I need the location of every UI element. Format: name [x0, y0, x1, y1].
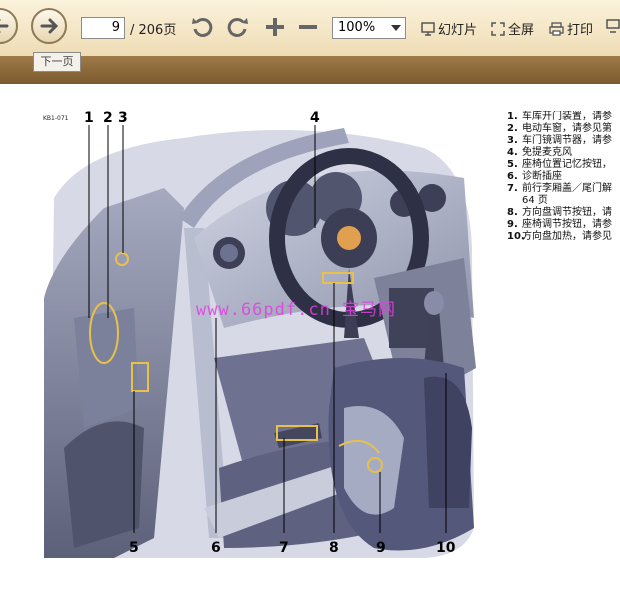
legend-item-number: 10. — [507, 231, 525, 242]
rotate-left-icon — [192, 17, 213, 37]
print-button[interactable]: 打印 — [549, 19, 593, 40]
slideshow-icon — [421, 21, 435, 40]
legend-item-text: 座椅调节按钮，请参 — [522, 219, 612, 230]
page-number-input[interactable]: 9 — [81, 17, 125, 39]
more-button[interactable] — [606, 19, 620, 37]
zoom-select[interactable]: 100% — [332, 17, 406, 39]
callout-3: 3 — [118, 110, 128, 126]
legend-item-number: 7. — [507, 183, 518, 194]
legend-item-text: 诊断插座 — [522, 171, 562, 182]
legend-item-number: 1. — [507, 111, 518, 122]
printer-icon — [549, 21, 564, 40]
arrow-left-icon — [0, 18, 9, 34]
legend-item-number: 5. — [507, 159, 518, 170]
legend-item-number: 3. — [507, 135, 518, 146]
rotate-right-icon — [227, 17, 248, 37]
legend-item: 5. 座椅位置记忆按钮， — [507, 159, 620, 171]
rotate-left-button[interactable] — [190, 14, 216, 44]
callout-5: 5 — [129, 540, 139, 556]
fullscreen-label: 全屏 — [508, 23, 535, 38]
fullscreen-button[interactable]: 全屏 — [491, 19, 534, 40]
legend-item-number: 6. — [507, 171, 518, 182]
next-page-tooltip: 下一页 — [33, 52, 81, 72]
callout-6: 6 — [211, 540, 221, 556]
legend-item-text: 方向盘调节按钮，请 — [522, 207, 612, 218]
callout-7: 7 — [279, 540, 289, 556]
callout-9: 9 — [376, 540, 386, 556]
slideshow-button[interactable]: 幻灯片 — [421, 19, 477, 40]
callout-legend-list: 1. 车库开门装置，请参 2. 电动车窗，请参见第 3. 车门镜调节器，请参 4. 免提麦克风… — [507, 111, 620, 243]
legend-item-text: 车门镜调节器，请参 — [522, 135, 612, 146]
legend-item-text: 方向盘加热，请参见 — [522, 231, 612, 242]
legend-item: 9. 座椅调节按钮，请参 — [507, 219, 620, 231]
rotate-right-button[interactable] — [224, 14, 250, 44]
watermark-text: www.66pdf.cn 宝马网 — [196, 300, 397, 320]
print-label: 打印 — [567, 23, 594, 38]
fullscreen-icon — [491, 21, 505, 40]
callout-8: 8 — [329, 540, 339, 556]
legend-item: 1. 车库开门装置，请参 — [507, 111, 620, 123]
zoom-in-button[interactable] — [263, 14, 287, 44]
legend-item: 8. 方向盘调节按钮，请 — [507, 207, 620, 219]
page-total-label: / 206页 — [130, 23, 177, 38]
zoom-out-button[interactable] — [296, 14, 320, 44]
legend-item-number: 9. — [507, 219, 518, 230]
legend-item: 7. 前行李厢盖／尾门解 — [507, 183, 620, 195]
zoom-value: 100% — [338, 20, 376, 35]
legend-item: 64 页 — [507, 195, 620, 207]
slideshow-label: 幻灯片 — [438, 23, 478, 38]
arrow-right-icon — [40, 18, 59, 34]
legend-item: 3. 车门镜调节器，请参 — [507, 135, 620, 147]
legend-item-text: 免提麦克风 — [522, 147, 572, 158]
minus-icon — [299, 25, 317, 29]
plus-icon — [266, 18, 284, 36]
legend-item-number: 4. — [507, 147, 518, 158]
callout-2: 2 — [103, 110, 113, 126]
legend-item-text: 电动车窗，请参见第 — [522, 123, 612, 134]
legend-item-text: 车库开门装置，请参 — [522, 111, 612, 122]
legend-item-number: 2. — [507, 123, 518, 134]
legend-item: 10. 方向盘加热，请参见 — [507, 231, 620, 243]
toolbar-bottom-strip — [0, 56, 620, 84]
car-interior-illustration — [44, 125, 476, 558]
legend-item-text: 64 页 — [522, 195, 548, 206]
legend-item-text: 座椅位置记忆按钮， — [522, 159, 612, 170]
chevron-down-icon — [391, 25, 401, 31]
next-page-button[interactable] — [31, 8, 67, 44]
callout-4: 4 — [310, 110, 320, 126]
callout-10: 10 — [436, 540, 456, 556]
legend-item: 6. 诊断插座 — [507, 171, 620, 183]
callout-1: 1 — [84, 110, 94, 126]
monitor-icon — [606, 19, 620, 37]
legend-item-text: 前行李厢盖／尾门解 — [522, 183, 612, 194]
legend-item-number: 8. — [507, 207, 518, 218]
legend-item: 4. 免提麦克风 — [507, 147, 620, 159]
legend-item: 2. 电动车窗，请参见第 — [507, 123, 620, 135]
